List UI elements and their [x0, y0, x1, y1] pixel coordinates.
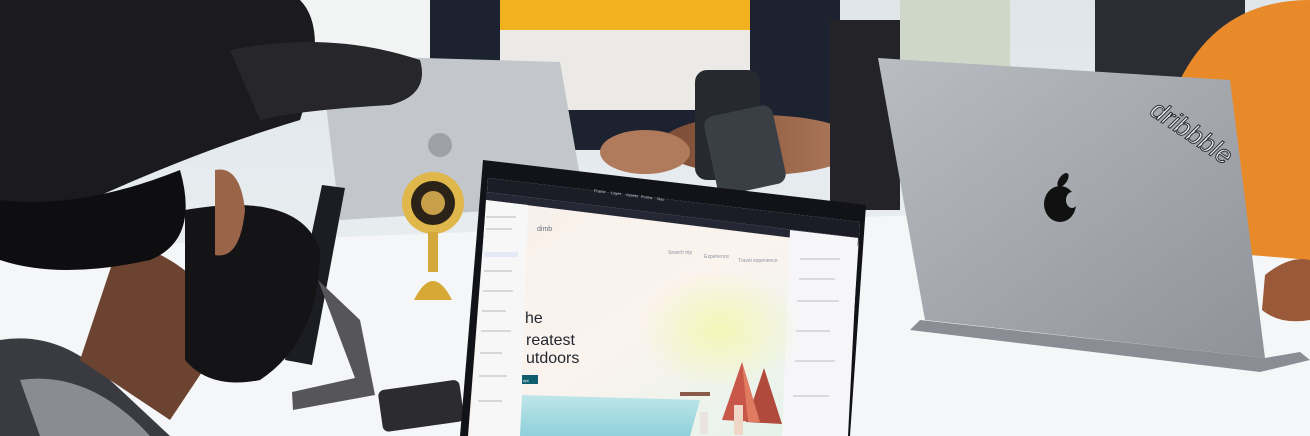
- hand-back: [600, 130, 690, 174]
- site-nav-link-2[interactable]: Experience: [704, 254, 729, 260]
- site-logo: dimb: [537, 226, 552, 233]
- canvas-sea: [520, 395, 700, 436]
- site-cta-label: ript: [523, 378, 529, 383]
- scene-illustration: dribbble dimb Search trip Experience Tra…: [0, 0, 1310, 436]
- site-nav-link-1[interactable]: Search trip: [668, 250, 692, 256]
- site-headline-1: he: [525, 310, 543, 327]
- laptop-front: dimb Search trip Experience Travel exper…: [460, 160, 866, 436]
- photo-scene: dribbble dimb Search trip Experience Tra…: [0, 0, 1310, 436]
- site-headline-2: reatest: [526, 332, 575, 349]
- site-nav-link-3[interactable]: Travel experience: [738, 258, 778, 264]
- site-headline-3: utdoors: [526, 350, 579, 367]
- canvas-glow: [640, 270, 800, 390]
- apple-logo-blur: [428, 133, 452, 157]
- shirt-yellow-stripe: [500, 0, 750, 30]
- app-tab-5[interactable]: Nav: [657, 196, 665, 202]
- plant-blur: [900, 0, 1010, 70]
